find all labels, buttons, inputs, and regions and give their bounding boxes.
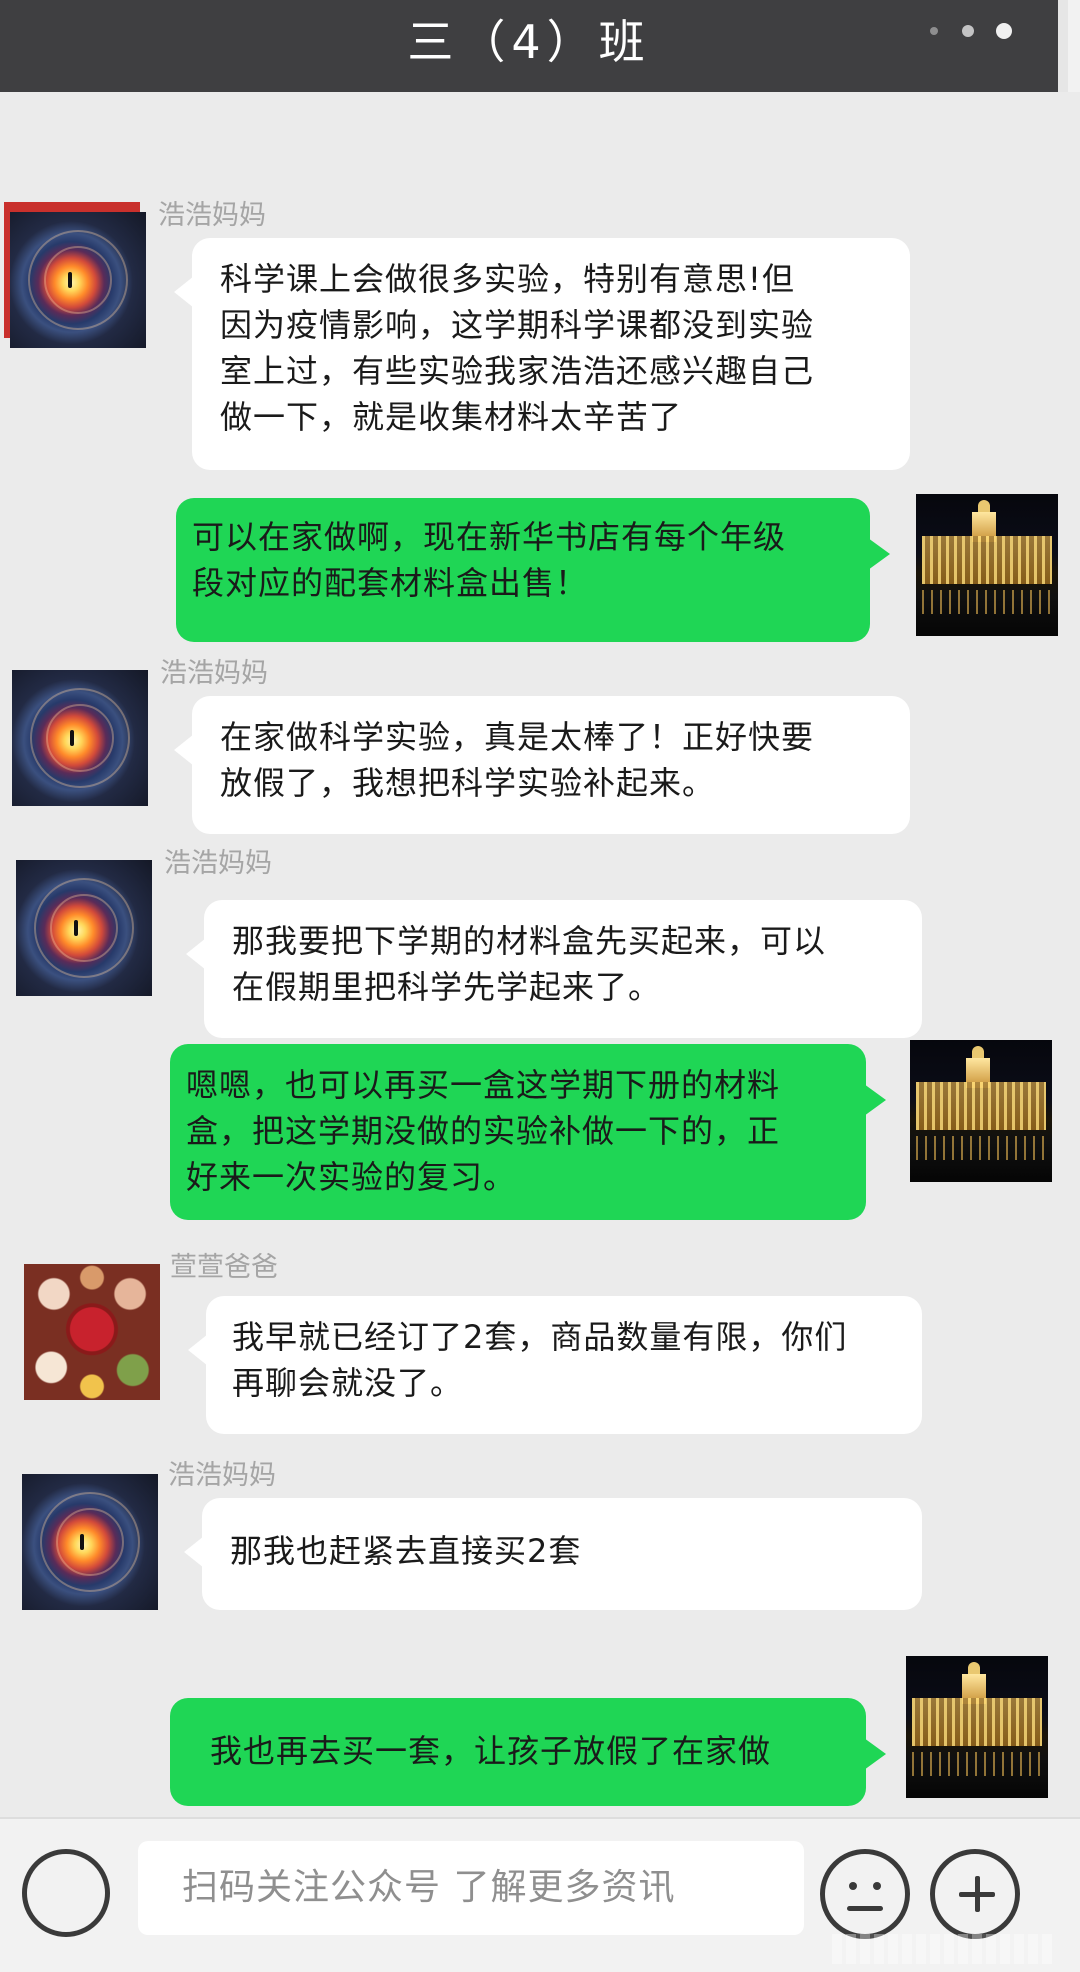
avatar-xuanxuan-dad[interactable] — [24, 1264, 160, 1400]
input-bar: 扫码关注公众号 了解更多资讯 — [0, 1817, 1080, 1972]
avatar-self[interactable] — [906, 1656, 1048, 1798]
avatar-ring — [50, 894, 118, 962]
avatar-figure — [70, 730, 74, 746]
avatar-haohao-mom[interactable] — [10, 212, 146, 348]
castle-reflection — [916, 1136, 1046, 1160]
message-line: 在家做科学实验，真是太棒了！正好快要 — [220, 718, 815, 756]
avatar-figure — [68, 272, 72, 288]
message-input[interactable]: 扫码关注公众号 了解更多资讯 — [138, 1841, 804, 1935]
avatar-ring — [46, 704, 114, 772]
message-line: 那我也赶紧去直接买2套 — [230, 1532, 582, 1570]
message-bubble-incoming[interactable]: 在家做科学实验，真是太棒了！正好快要 放假了，我想把科学实验补起来。 — [174, 696, 910, 834]
message-line: 做一下，就是收集材料太辛苦了 — [220, 398, 683, 436]
message-bubble-incoming[interactable]: 那我要把下学期的材料盒先买起来，可以 在假期里把科学先学起来了。 — [186, 900, 922, 1038]
castle-body — [922, 536, 1052, 584]
emoji-mouth — [847, 1906, 883, 1911]
message-line: 我也再去买一套，让孩子放假了在家做 — [210, 1732, 772, 1770]
message-bubble-incoming[interactable]: 那我也赶紧去直接买2套 — [184, 1498, 922, 1610]
dot-icon — [962, 25, 974, 37]
message-line: 室上过，有些实验我家浩浩还感兴趣自己 — [220, 352, 815, 390]
message-bubble-outgoing[interactable]: 我也再去买一套，让孩子放假了在家做 — [170, 1698, 886, 1806]
message-line: 科学课上会做很多实验，特别有意思!但 — [220, 260, 795, 298]
avatar-haohao-mom[interactable] — [12, 670, 148, 806]
message-line: 嗯嗯，也可以再买一盒这学期下册的材料 — [186, 1066, 781, 1104]
avatar-self[interactable] — [916, 494, 1058, 636]
dot-icon — [930, 27, 938, 35]
header-edge — [1068, 0, 1080, 92]
emoji-eye — [849, 1882, 857, 1890]
chat-screen: 三（4）班 浩浩妈妈 科学课上会做很多实验，特别有意思!但 因为疫情影响，这学期… — [0, 0, 1080, 1972]
message-bubble-outgoing[interactable]: 嗯嗯，也可以再买一盒这学期下册的材料 盒，把这学期没做的实验补做一下的，正 好来… — [170, 1044, 886, 1220]
message-line: 我早就已经订了2套，商品数量有限，你们 — [232, 1318, 848, 1356]
message-line: 再聊会就没了。 — [232, 1364, 464, 1402]
castle-reflection — [912, 1752, 1042, 1776]
message-line: 盒，把这学期没做的实验补做一下的，正 — [186, 1112, 781, 1150]
sender-name: 浩浩妈妈 — [158, 200, 266, 231]
sender-name: 萱萱爸爸 — [170, 1252, 278, 1283]
avatar-figure — [80, 1534, 84, 1550]
avatar-self[interactable] — [910, 1040, 1052, 1182]
chat-title: 三（4）班 — [407, 15, 651, 69]
avatar-figure — [74, 920, 78, 936]
castle-body — [916, 1082, 1046, 1130]
message-line: 好来一次实验的复习。 — [186, 1158, 517, 1196]
message-bubble-incoming[interactable]: 我早就已经订了2套，商品数量有限，你们 再聊会就没了。 — [188, 1296, 922, 1434]
message-line: 段对应的配套材料盒出售！ — [192, 564, 589, 602]
message-line: 那我要把下学期的材料盒先买起来，可以 — [232, 922, 827, 960]
sender-name: 浩浩妈妈 — [160, 658, 268, 689]
emoji-eye — [873, 1882, 881, 1890]
plus-icon[interactable] — [930, 1849, 1020, 1939]
avatar-haohao-mom[interactable] — [16, 860, 152, 996]
message-line: 放假了，我想把科学实验补起来。 — [220, 764, 716, 802]
sender-name: 浩浩妈妈 — [168, 1460, 276, 1491]
emoji-face-icon[interactable] — [820, 1849, 910, 1939]
avatar-haohao-mom[interactable] — [22, 1474, 158, 1610]
message-line: 在假期里把科学先学起来了。 — [232, 968, 662, 1006]
message-line: 可以在家做啊，现在新华书店有每个年级 — [192, 518, 787, 556]
voice-circle-icon[interactable] — [22, 1849, 110, 1937]
dot-icon — [996, 23, 1012, 39]
avatar-ring — [56, 1508, 124, 1576]
castle-body — [912, 1698, 1042, 1746]
message-bubble-outgoing[interactable]: 可以在家做啊，现在新华书店有每个年级 段对应的配套材料盒出售！ — [176, 498, 890, 642]
chat-header: 三（4）班 — [0, 0, 1068, 92]
sender-name: 浩浩妈妈 — [164, 848, 272, 879]
message-bubble-incoming[interactable]: 科学课上会做很多实验，特别有意思!但 因为疫情影响，这学期科学课都没到实验 室上… — [174, 238, 910, 470]
more-options-icon[interactable] — [918, 18, 1018, 42]
watermark — [832, 1934, 1052, 1964]
castle-reflection — [922, 590, 1052, 614]
avatar-ring — [44, 246, 112, 314]
message-line: 因为疫情影响，这学期科学课都没到实验 — [220, 306, 815, 344]
